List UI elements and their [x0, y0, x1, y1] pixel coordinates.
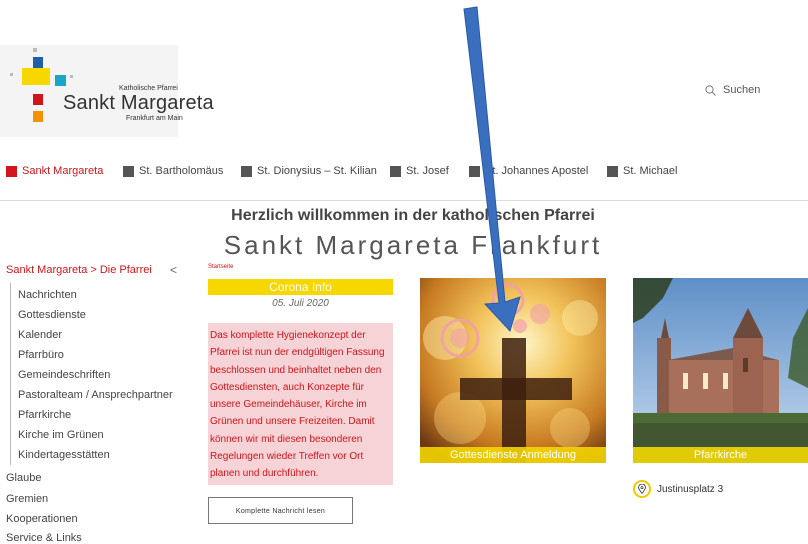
news-title: Corona Info [208, 279, 393, 295]
sidebar-item-gremien[interactable]: Gremien [6, 493, 48, 505]
news-line: Grünen und unsere Freizeiten. Damit [210, 416, 375, 428]
nav-square-icon [123, 165, 134, 177]
nav-label: St. Dionysius – St. Kilian [257, 165, 377, 177]
worship-registration-tile[interactable]: Gottesdienste Anmeldung [420, 278, 606, 463]
site-logo[interactable]: Katholische Pfarrei Sankt Margareta Fran… [0, 45, 214, 137]
chevron-left-icon[interactable]: < [170, 263, 177, 277]
news-body: Das komplette Hygienekonzept der Pfarrei… [208, 323, 393, 485]
news-line: unsere Gemeindehäuser, Kirche im [210, 399, 367, 411]
nav-item-st-johannes-apostel[interactable]: St. Johannes Apostel [469, 165, 588, 177]
sidebar-item-kirche-im-gruenen[interactable]: Kirche im Grünen [18, 429, 104, 441]
sidebar-subnav-line [10, 283, 11, 465]
nav-square-icon [607, 165, 618, 177]
logo-name: Sankt Margareta [63, 92, 214, 114]
nav-item-sankt-margareta[interactable]: Sankt Margareta [6, 165, 103, 177]
nav-square-icon [241, 165, 252, 177]
tile-caption: Pfarrkirche [633, 447, 808, 463]
nav-divider [0, 200, 808, 201]
cross-image [420, 278, 606, 463]
nav-label: St. Josef [406, 165, 449, 177]
nav-square-icon [469, 165, 480, 177]
news-line: beschlossen und beinhaltet neben den [210, 364, 382, 376]
news-line: planen und durchführen. [210, 468, 319, 480]
address-text: Justinusplatz 3 [657, 483, 724, 495]
sidebar-item-pastoralteam[interactable]: Pastoralteam / Ansprechpartner [18, 389, 173, 401]
news-line: Pfarrei ist nun der endgültigen Fassung [210, 347, 385, 359]
nav-square-icon [390, 165, 401, 177]
sidebar-item-service-links[interactable]: Service & Links [6, 532, 82, 544]
sidebar-item-glaube[interactable]: Glaube [6, 472, 41, 484]
parish-title: Sankt Margareta Frankfurt [223, 230, 603, 260]
location-pin-icon [633, 480, 651, 498]
nav-label: St. Michael [623, 165, 678, 177]
nav-item-st-bartholomaeus[interactable]: St. Bartholomäus [123, 165, 223, 177]
sidebar-item-nachrichten[interactable]: Nachrichten [18, 289, 77, 301]
logo-dot-right [70, 75, 73, 78]
read-more-button[interactable]: Komplette Nachricht lesen [208, 497, 353, 524]
church-location[interactable]: Justinusplatz 3 [633, 480, 723, 498]
news-line: können wir mit diesen besonderen [210, 433, 363, 445]
sidebar-item-kalender[interactable]: Kalender [18, 329, 62, 341]
tile-caption: Gottesdienste Anmeldung [420, 447, 606, 463]
sidebar-item-pfarrkirche[interactable]: Pfarrkirche [18, 409, 71, 421]
nav-item-st-dionysius[interactable]: St. Dionysius – St. Kilian [241, 165, 377, 177]
nav-square-icon [6, 165, 17, 177]
nav-label: St. Johannes Apostel [485, 165, 589, 177]
sidebar-item-gemeindeschriften[interactable]: Gemeindeschriften [18, 369, 110, 381]
search-icon [705, 84, 716, 96]
nav-label: Sankt Margareta [22, 165, 104, 177]
logo-dot-left [10, 73, 13, 76]
search-button[interactable]: Suchen [705, 84, 760, 96]
logo-square-yellow [33, 68, 50, 85]
news-line: Das komplette Hygienekonzept der [210, 330, 366, 341]
parish-church-tile[interactable]: Pfarrkirche [633, 278, 808, 463]
sidebar-item-kindertagesstaetten[interactable]: Kindertagesstätten [18, 449, 110, 461]
logo-location: Frankfurt am Main [126, 115, 183, 122]
nav-item-st-michael[interactable]: St. Michael [607, 165, 677, 177]
church-image [633, 278, 808, 463]
sidebar-item-gottesdienste[interactable]: Gottesdienste [18, 309, 86, 321]
sidebar-breadcrumb[interactable]: Sankt Margareta > Die Pfarrei [6, 264, 152, 276]
logo-square-orange [33, 111, 43, 122]
logo-square-red [33, 94, 43, 105]
nav-label: St. Bartholomäus [139, 165, 224, 177]
search-label: Suchen [723, 84, 761, 96]
logo-tagline: Katholische Pfarrei [119, 85, 178, 92]
logo-square-yellow-small [22, 68, 33, 85]
sidebar-item-pfarrbuero[interactable]: Pfarrbüro [18, 349, 64, 361]
news-line: Regelungen wieder Treffen vor Ort [210, 451, 364, 463]
sidebar-item-kooperationen[interactable]: Kooperationen [6, 513, 78, 525]
logo-square-blue [33, 57, 43, 68]
news-line: Gottesdiensten, auch Konzepte für [210, 381, 364, 393]
news-date: 05. Juli 2020 [272, 298, 329, 309]
logo-square-cyan [55, 75, 66, 86]
nav-item-st-josef[interactable]: St. Josef [390, 165, 449, 177]
page-breadcrumb[interactable]: Startseite [208, 264, 233, 270]
logo-dot [33, 48, 37, 52]
welcome-heading: Herzlich willkommen in der katholischen … [231, 207, 595, 224]
